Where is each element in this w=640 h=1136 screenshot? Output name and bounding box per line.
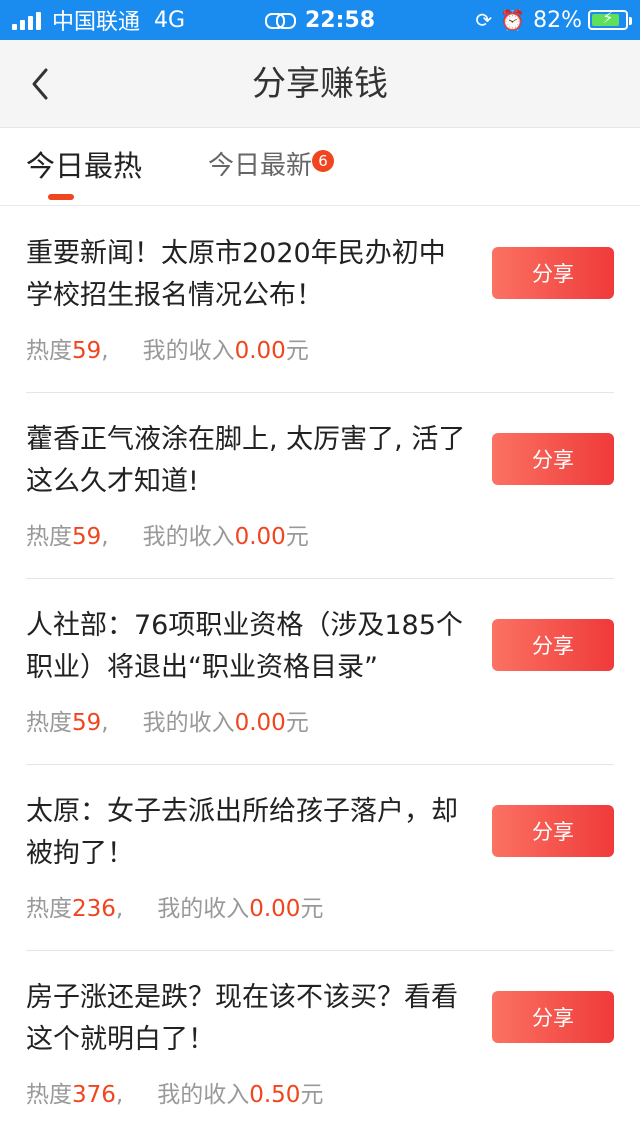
income-value: 0.00 [249, 896, 301, 922]
article-list: 重要新闻！太原市2020年民办初中学校招生报名情况公布！ 热度59, 我的收入0.… [0, 207, 640, 1136]
battery-charging-icon: ⚡ [588, 8, 632, 30]
list-item[interactable]: 重要新闻！太原市2020年民办初中学校招生报名情况公布！ 热度59, 我的收入0.… [0, 207, 640, 393]
share-button[interactable]: 分享 [492, 805, 614, 857]
list-item[interactable]: 人社部：76项职业资格（涉及185个职业）将退出“职业资格目录” 热度59, 我的… [0, 579, 640, 765]
list-item[interactable]: 藿香正气液涂在脚上, 太厉害了, 活了这么久才知道! 热度59, 我的收入0.00… [0, 393, 640, 579]
list-item[interactable]: 房子涨还是跌？现在该不该买？看看这个就明白了！ 热度376, 我的收入0.50元 … [0, 951, 640, 1136]
status-bar: 中国联通 4G 22:58 ⟳ ⏰ 82% ⚡ [0, 0, 640, 40]
active-tab-indicator [48, 194, 74, 200]
article-title[interactable]: 房子涨还是跌？现在该不该买？看看这个就明白了！ [26, 977, 466, 1061]
income-value: 0.50 [249, 1082, 301, 1108]
network-label: 4G [154, 7, 186, 33]
heat-value: 376 [72, 1082, 116, 1108]
tab-bar: 今日最热 今日最新 6 [0, 128, 640, 206]
tab-today-hot[interactable]: 今日最热 [26, 128, 142, 206]
article-title[interactable]: 太原：女子去派出所给孩子落户，却被拘了！ [26, 791, 466, 875]
heat-label: 热度 [26, 338, 72, 364]
income-unit: 元 [285, 524, 309, 550]
meta-comma: , [115, 896, 124, 922]
share-button[interactable]: 分享 [492, 991, 614, 1043]
chevron-left-icon [32, 68, 48, 100]
income-label: 我的收入 [142, 338, 235, 364]
article-title[interactable]: 藿香正气液涂在脚上, 太厉害了, 活了这么久才知道! [26, 419, 466, 503]
carrier-label: 中国联通 [52, 10, 141, 35]
income-label: 我的收入 [157, 1082, 250, 1108]
back-button[interactable] [22, 64, 62, 104]
heat-label: 热度 [26, 896, 72, 922]
income-label: 我的收入 [142, 524, 235, 550]
heat-value: 59 [72, 338, 102, 364]
meta-comma: , [101, 710, 109, 736]
share-button[interactable]: 分享 [492, 247, 614, 299]
income-label: 我的收入 [157, 896, 250, 922]
list-item[interactable]: 太原：女子去派出所给孩子落户，却被拘了！ 热度236, 我的收入0.00元 分享 [0, 765, 640, 951]
heat-value: 236 [72, 896, 116, 922]
meta-comma: , [101, 338, 109, 364]
article-meta: 热度59, 我的收入0.00元 [26, 331, 309, 365]
tab-new-label: 今日最新 [208, 151, 313, 181]
status-left: 中国联通 4G [12, 0, 185, 40]
meta-comma: , [115, 1082, 124, 1108]
income-unit: 元 [300, 1082, 324, 1108]
income-label: 我的收入 [142, 710, 235, 736]
income-unit: 元 [300, 896, 324, 922]
signal-icon [12, 10, 44, 30]
article-title[interactable]: 重要新闻！太原市2020年民办初中学校招生报名情况公布！ [26, 233, 466, 317]
status-time: 22:58 [304, 7, 376, 33]
income-value: 0.00 [234, 338, 286, 364]
share-button[interactable]: 分享 [492, 619, 614, 671]
rotation-lock-icon: ⟳ [475, 8, 493, 32]
share-button[interactable]: 分享 [492, 433, 614, 485]
income-value: 0.00 [234, 710, 286, 736]
heat-label: 热度 [26, 1082, 72, 1108]
nav-bar: 分享赚钱 [0, 40, 640, 128]
alarm-icon: ⏰ [500, 8, 526, 32]
tab-today-new[interactable]: 今日最新 6 [208, 128, 335, 206]
income-value: 0.00 [234, 524, 286, 550]
article-title[interactable]: 人社部：76项职业资格（涉及185个职业）将退出“职业资格目录” [26, 605, 466, 689]
income-unit: 元 [285, 338, 309, 364]
tab-hot-label: 今日最热 [26, 149, 143, 183]
heat-label: 热度 [26, 524, 72, 550]
heat-value: 59 [72, 524, 102, 550]
battery-percent: 82% [533, 7, 582, 33]
link-icon [264, 11, 296, 29]
article-meta: 热度236, 我的收入0.00元 [26, 889, 323, 923]
article-meta: 热度59, 我的收入0.00元 [26, 703, 309, 737]
page-title: 分享赚钱 [252, 64, 388, 104]
status-right: ⟳ ⏰ 82% ⚡ [475, 0, 632, 40]
article-meta: 热度376, 我的收入0.50元 [26, 1075, 323, 1109]
heat-value: 59 [72, 710, 102, 736]
article-meta: 热度59, 我的收入0.00元 [26, 517, 309, 551]
new-count-badge: 6 [312, 150, 335, 172]
heat-label: 热度 [26, 710, 72, 736]
income-unit: 元 [285, 710, 309, 736]
meta-comma: , [101, 524, 109, 550]
